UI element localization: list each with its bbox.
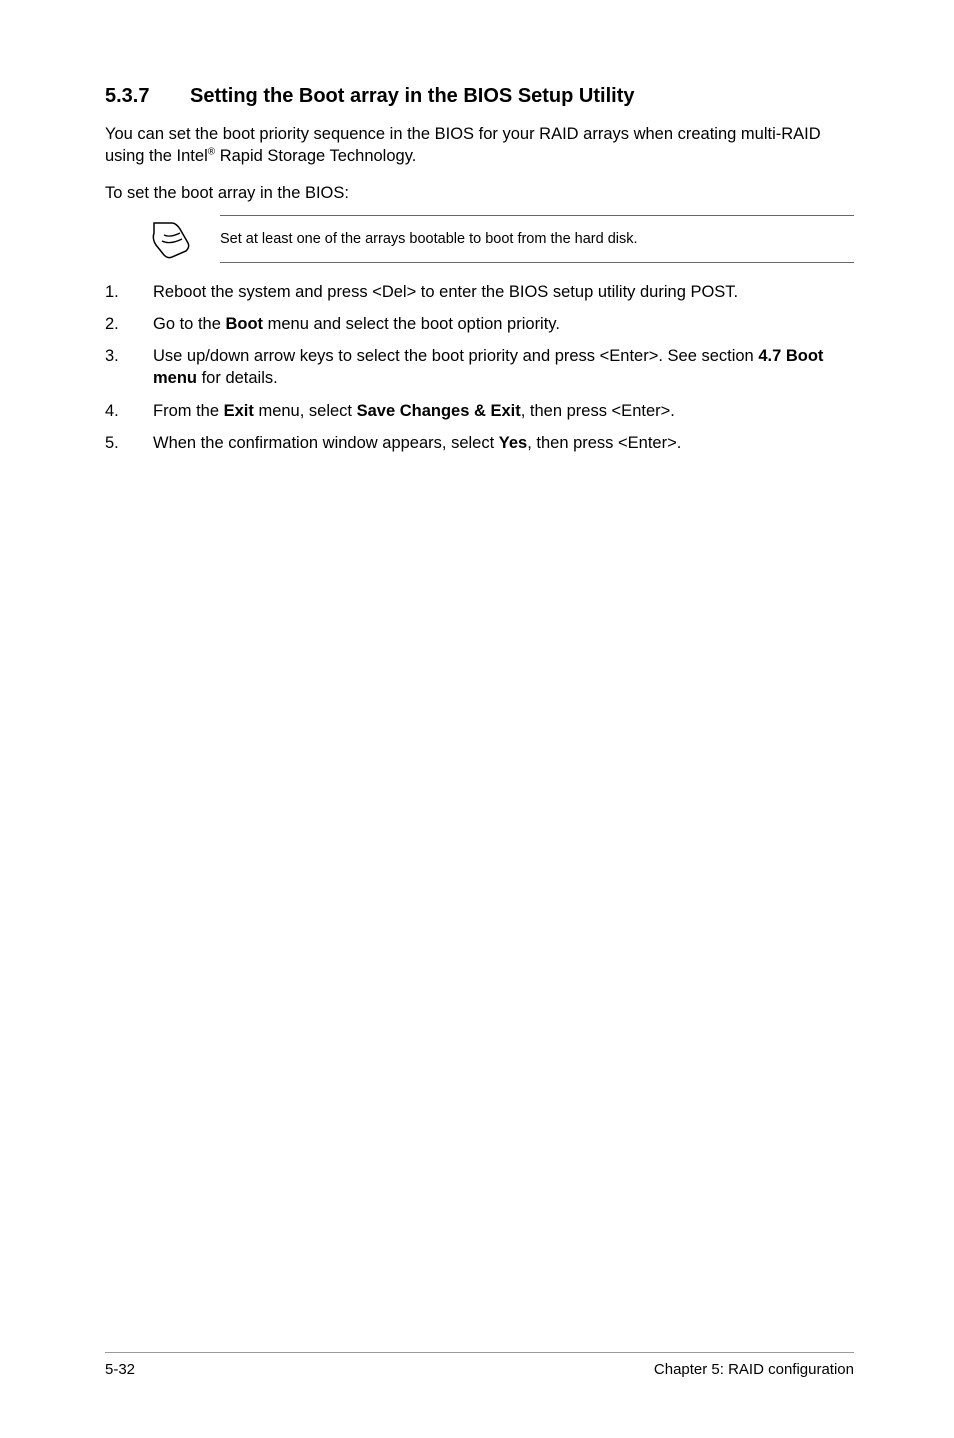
step-text-post: , then press <Enter>. (527, 434, 681, 452)
step-text: Use up/down arrow keys to select the boo… (153, 345, 854, 390)
step-text-post: menu and select the boot option priority… (263, 315, 560, 333)
step-text: Go to the Boot menu and select the boot … (153, 313, 854, 335)
intro-paragraph: You can set the boot priority sequence i… (105, 123, 854, 168)
step-text-post: , then press <Enter>. (521, 402, 675, 420)
step-text-bold: Boot (225, 315, 263, 333)
step-text-pre: Go to the (153, 315, 225, 333)
page-number: 5-32 (105, 1361, 135, 1378)
intro-text-after: Rapid Storage Technology. (215, 147, 416, 165)
step-item-2: 2. Go to the Boot menu and select the bo… (105, 313, 854, 335)
step-text-bold: Exit (224, 402, 254, 420)
step-text: When the confirmation window appears, se… (153, 432, 854, 454)
section-number: 5.3.7 (105, 85, 190, 108)
step-item-4: 4. From the Exit menu, select Save Chang… (105, 400, 854, 422)
note-icon (150, 219, 190, 259)
step-text: From the Exit menu, select Save Changes … (153, 400, 854, 422)
note-text: Set at least one of the arrays bootable … (220, 231, 638, 247)
page-footer: 5-32 Chapter 5: RAID configuration (105, 1352, 854, 1378)
chapter-label: Chapter 5: RAID configuration (654, 1361, 854, 1378)
intro-text-before: You can set the boot priority sequence i… (105, 125, 821, 165)
step-number: 2. (105, 313, 153, 335)
section-heading: 5.3.7Setting the Boot array in the BIOS … (105, 85, 854, 108)
step-text-pre: Use up/down arrow keys to select the boo… (153, 347, 758, 365)
step-item-1: 1. Reboot the system and press <Del> to … (105, 281, 854, 303)
step-number: 3. (105, 345, 153, 390)
step-text-pre: From the (153, 402, 224, 420)
step-text: Reboot the system and press <Del> to ent… (153, 281, 854, 303)
step-item-3: 3. Use up/down arrow keys to select the … (105, 345, 854, 390)
step-list: 1. Reboot the system and press <Del> to … (105, 281, 854, 455)
step-number: 5. (105, 432, 153, 454)
step-text-post: for details. (197, 369, 278, 387)
step-text-bold: Save Changes & Exit (357, 402, 521, 420)
step-number: 1. (105, 281, 153, 303)
note-box: Set at least one of the arrays bootable … (150, 215, 854, 263)
step-text-bold: Yes (499, 434, 527, 452)
instruction-lead: To set the boot array in the BIOS: (105, 184, 854, 203)
step-item-5: 5. When the confirmation window appears,… (105, 432, 854, 454)
section-title: Setting the Boot array in the BIOS Setup… (190, 85, 634, 107)
step-text-pre: When the confirmation window appears, se… (153, 434, 499, 452)
note-text-wrapper: Set at least one of the arrays bootable … (220, 215, 854, 263)
step-number: 4. (105, 400, 153, 422)
step-text-mid: menu, select (254, 402, 357, 420)
